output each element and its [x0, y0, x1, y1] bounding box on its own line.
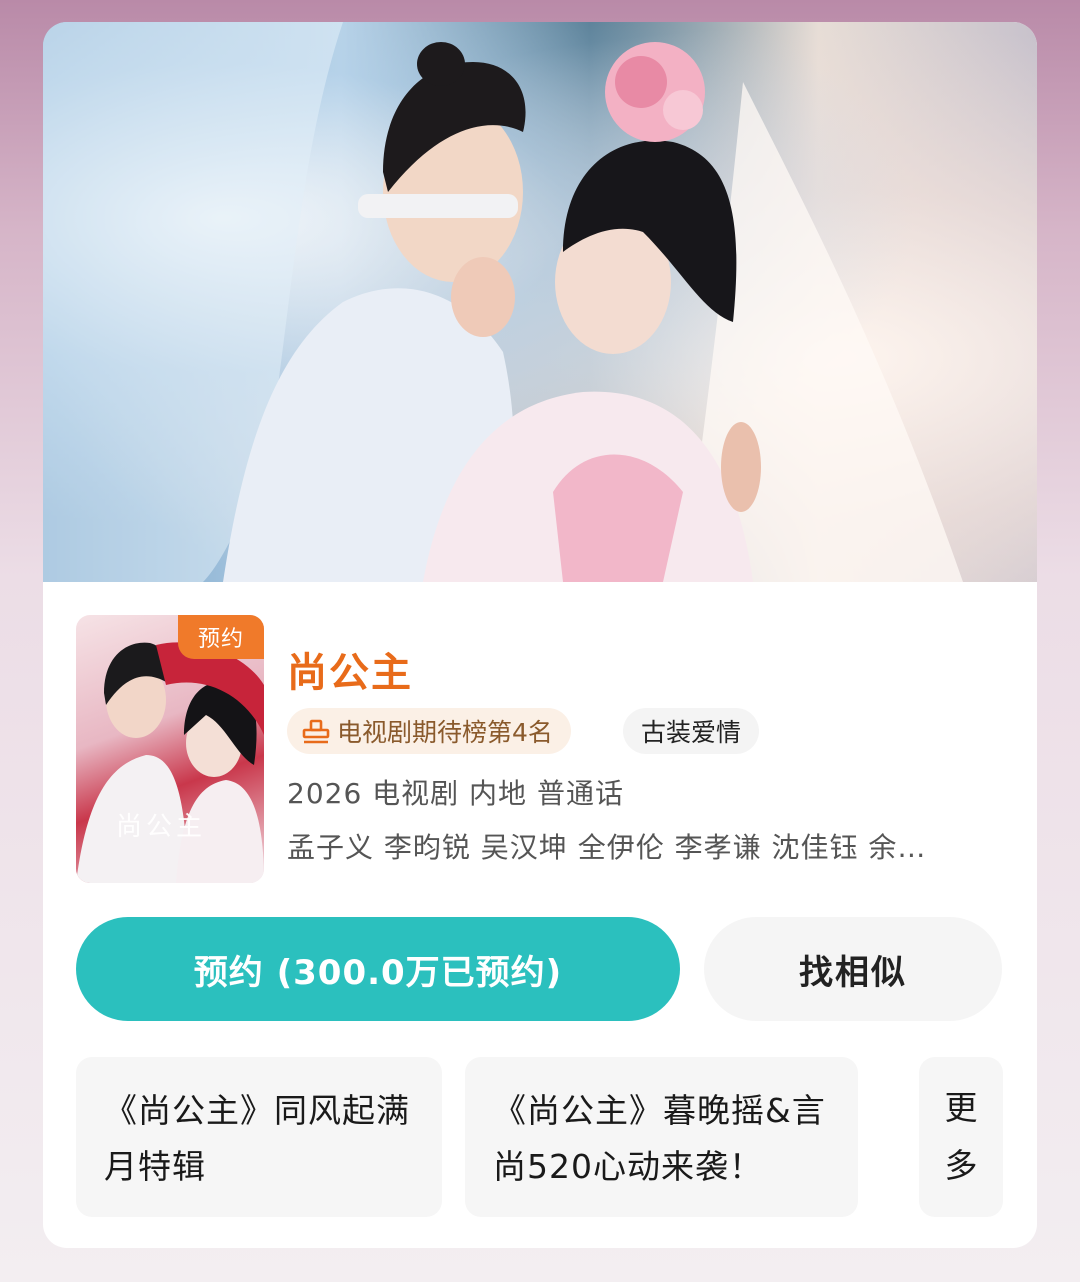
poster-title-text: 尚公主 [116, 812, 207, 842]
drama-cast: 孟子义 李昀锐 吴汉坤 全伊伦 李孝谦 沈佳钰 余… [287, 831, 927, 864]
topic-card-line: 《尚公主》同风起满 [104, 1091, 410, 1130]
poster-thumbnail[interactable]: 预约 尚公主 [76, 615, 264, 883]
banner-image[interactable] [43, 22, 1037, 582]
banner-artwork [43, 22, 963, 582]
drama-card: 预约 尚公主 尚公主 电视剧期待榜第4名 古装爱情 2026 电视剧 内地 普通… [43, 22, 1037, 1248]
topic-card-line: 《尚公主》暮晚摇&言 [493, 1091, 826, 1130]
more-button-char: 更 [944, 1088, 978, 1127]
topic-card-line: 尚520心动来袭！ [493, 1147, 763, 1186]
drama-meta: 2026 电视剧 内地 普通话 [287, 777, 624, 810]
rank-tag-label: 电视剧期待榜第4名 [337, 718, 553, 747]
rank-tag[interactable]: 电视剧期待榜第4名 [287, 708, 571, 754]
reserve-badge: 预约 [178, 615, 264, 659]
ranking-podium-icon [302, 719, 330, 744]
drama-title[interactable]: 尚公主 [287, 640, 413, 698]
topic-card[interactable]: 《尚公主》暮晚摇&言 尚520心动来袭！ [465, 1057, 858, 1217]
more-button-char: 多 [944, 1146, 978, 1185]
topic-card-line: 月特辑 [104, 1147, 206, 1186]
topic-card[interactable]: 《尚公主》同风起满 月特辑 [76, 1057, 442, 1217]
genre-tag[interactable]: 古装爱情 [623, 708, 760, 754]
find-similar-button[interactable]: 找相似 [704, 917, 1002, 1021]
reserve-button[interactable]: 预约 (300.0万已预约) [76, 917, 680, 1021]
more-button[interactable]: 更 多 [919, 1057, 1003, 1217]
